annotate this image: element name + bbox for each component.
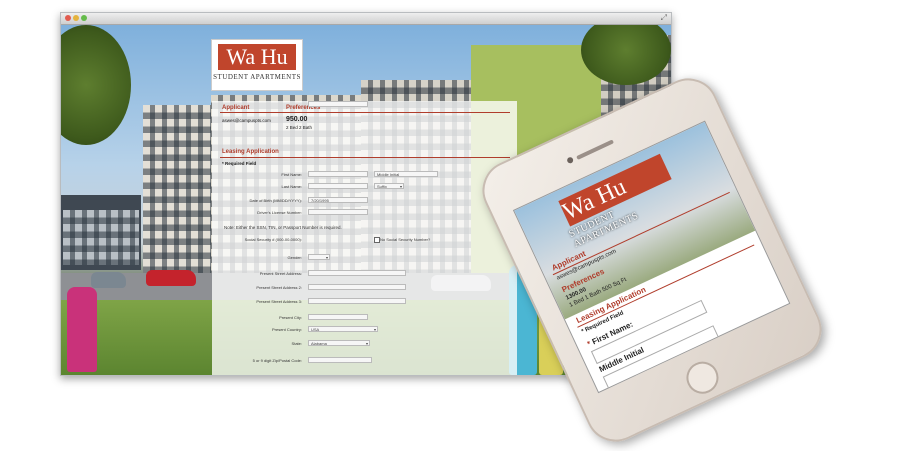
street-address-3-input[interactable]: [308, 298, 406, 304]
ssn-requirement-note: Note: Either the SSN, TIN, or Passport N…: [224, 225, 342, 230]
camera-icon: [566, 156, 575, 165]
ssn-input[interactable]: [308, 101, 368, 107]
country-select[interactable]: USA: [308, 326, 378, 333]
country-label: Present Country:: [271, 327, 302, 332]
drivers-license-label: Driver's License Number:: [257, 210, 302, 215]
dob-label: Date of Birth (MM/DD/YYYY):: [249, 198, 302, 203]
preference-unit: 2 Bed 2 Bath: [286, 125, 313, 130]
speaker-grille: [576, 139, 615, 160]
middle-initial-input[interactable]: Middle Initial: [374, 171, 438, 177]
first-name-label: First Name:: [281, 172, 302, 177]
leasing-application-heading: Leasing Application: [222, 149, 279, 155]
applicant-email: aswes@campuspts.com: [222, 118, 271, 123]
no-ssn-label: No Social Security Number?: [380, 237, 431, 242]
mobile-phone-mockup: Wa Hu STUDENT APARTMENTS Applicant aswes…: [472, 68, 832, 451]
wahu-logo: Wa Hu STUDENT APARTMENTS: [211, 39, 303, 91]
phone-body: Wa Hu STUDENT APARTMENTS Applicant aswes…: [472, 68, 832, 451]
drivers-license-input[interactable]: [308, 209, 368, 215]
fullscreen-icon[interactable]: ⤢: [661, 13, 667, 23]
zip-input[interactable]: [308, 357, 372, 363]
preference-price: 950.00: [286, 116, 308, 123]
section-divider: [220, 157, 510, 158]
close-window-button[interactable]: [65, 15, 71, 21]
street-address-2-input[interactable]: [308, 284, 406, 290]
ssn-label: Social Security # (000-00-0000):: [244, 237, 302, 242]
street-address-2-label: Present Street Address 2:: [256, 285, 302, 290]
minimize-window-button[interactable]: [73, 15, 79, 21]
last-name-input[interactable]: [308, 183, 368, 189]
street-address-3-label: Present Street Address 3:: [256, 299, 302, 304]
city-label: Present City:: [279, 315, 302, 320]
first-name-input[interactable]: [308, 171, 368, 177]
city-input[interactable]: [308, 314, 368, 320]
leasing-form-panel: Applicant Preferences aswes@campuspts.co…: [212, 101, 517, 375]
window-titlebar: ⤢: [61, 13, 671, 25]
maximize-window-button[interactable]: [81, 15, 87, 21]
section-divider: [220, 112, 510, 113]
zip-label: 5 or 9 digit Zip/Postal Code:: [252, 358, 302, 363]
street-address-input[interactable]: [308, 270, 406, 276]
street-address-label: Present Street Address:: [259, 271, 302, 276]
phone-screen: Wa Hu STUDENT APARTMENTS Applicant aswes…: [512, 120, 791, 394]
gender-label: Gender:: [287, 255, 302, 260]
home-button[interactable]: [681, 356, 724, 399]
suffix-select[interactable]: Suffix: [374, 183, 404, 190]
dob-input[interactable]: 7/20/1995: [308, 197, 368, 203]
applicant-heading: Applicant: [222, 105, 250, 111]
last-name-label: Last Name:: [281, 184, 302, 189]
required-field-note: * Required Field: [222, 161, 257, 166]
gender-select[interactable]: [308, 254, 330, 261]
state-select[interactable]: Alabama: [308, 340, 370, 347]
state-label: State:: [291, 341, 302, 346]
